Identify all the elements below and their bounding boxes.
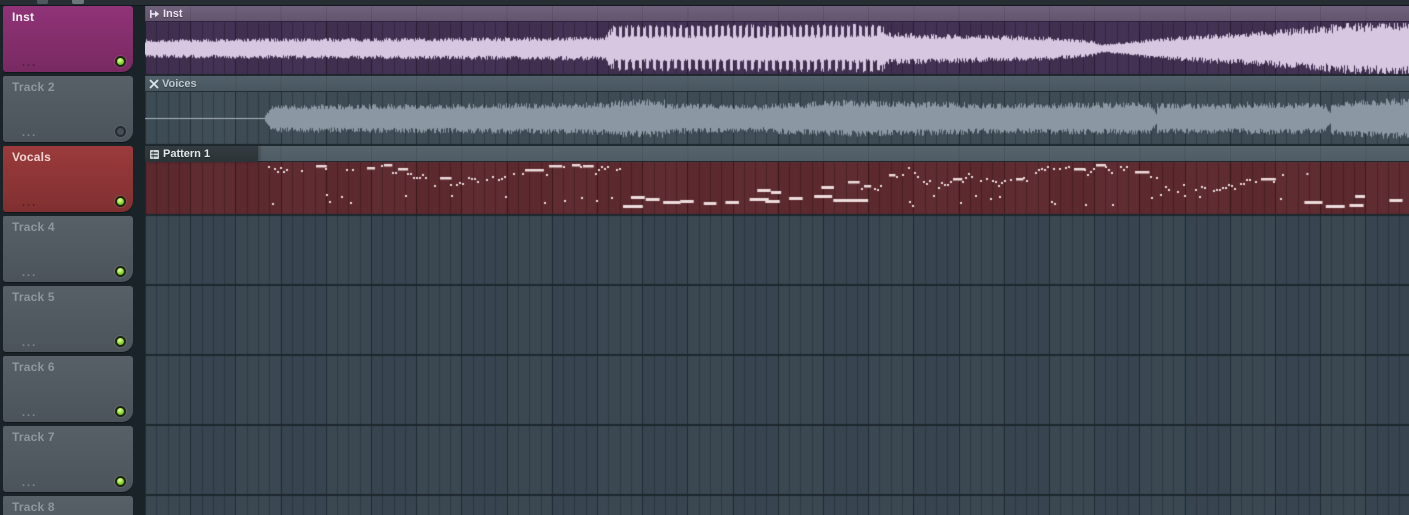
track-header-track-2[interactable]: Track 2...	[3, 76, 133, 142]
track-options-dots: ...	[22, 407, 38, 419]
track-header-track-8[interactable]: Track 8...	[3, 496, 133, 515]
track-name: Inst	[12, 10, 35, 24]
clip-name: Inst	[163, 7, 183, 20]
track-name: Track 8	[12, 500, 55, 514]
pattern-icon	[149, 149, 160, 160]
clip-name-plate: Pattern 1	[145, 146, 258, 162]
track-header-track-6[interactable]: Track 6...	[3, 356, 133, 422]
clip-voices[interactable]: Voices	[145, 76, 1409, 92]
clip-name: Pattern 1	[163, 148, 211, 160]
clip-inst[interactable]: Inst	[145, 6, 1409, 22]
track-name: Track 7	[12, 430, 55, 444]
track-options-dots: ...	[22, 477, 38, 489]
track-header-track-7[interactable]: Track 7...	[3, 426, 133, 492]
track-options-dots: ...	[22, 127, 38, 139]
track-options-dots: ...	[22, 267, 38, 279]
track-mute-led[interactable]	[115, 126, 126, 137]
track-mute-led[interactable]	[115, 476, 126, 487]
clip-pattern-1[interactable]: Pattern 1	[145, 146, 1409, 162]
track-name: Track 2	[12, 80, 55, 94]
mapsto-icon	[149, 9, 160, 19]
track-mute-led[interactable]	[115, 336, 126, 347]
track-options-dots: ...	[22, 57, 38, 69]
track-header-track-5[interactable]: Track 5...	[3, 286, 133, 352]
track-header-inst[interactable]: Inst...	[3, 6, 133, 72]
track-name: Track 4	[12, 220, 55, 234]
track-name: Vocals	[12, 150, 51, 164]
track-mute-led[interactable]	[115, 56, 126, 67]
clip-name: Voices	[162, 77, 197, 90]
playlist-area[interactable]: Inst Voices Pattern 1	[145, 6, 1409, 515]
track-header-vocals[interactable]: Vocals...	[3, 146, 133, 212]
track-mute-led[interactable]	[115, 266, 126, 277]
x-icon	[149, 79, 159, 89]
track-options-dots: ...	[22, 337, 38, 349]
track-name: Track 5	[12, 290, 55, 304]
toolbar-nub-icon	[72, 0, 84, 4]
playlist-window: Inst... Track 2... Vocals... Track 4... Trac…	[0, 0, 1409, 515]
track-mute-led[interactable]	[115, 406, 126, 417]
track-options-dots: ...	[22, 197, 38, 209]
track-header-track-4[interactable]: Track 4...	[3, 216, 133, 282]
track-header-panel: Inst... Track 2... Vocals... Track 4... Trac…	[0, 6, 145, 515]
track-mute-led[interactable]	[115, 196, 126, 207]
toolbar-nub-icon	[37, 0, 48, 4]
track-name: Track 6	[12, 360, 55, 374]
